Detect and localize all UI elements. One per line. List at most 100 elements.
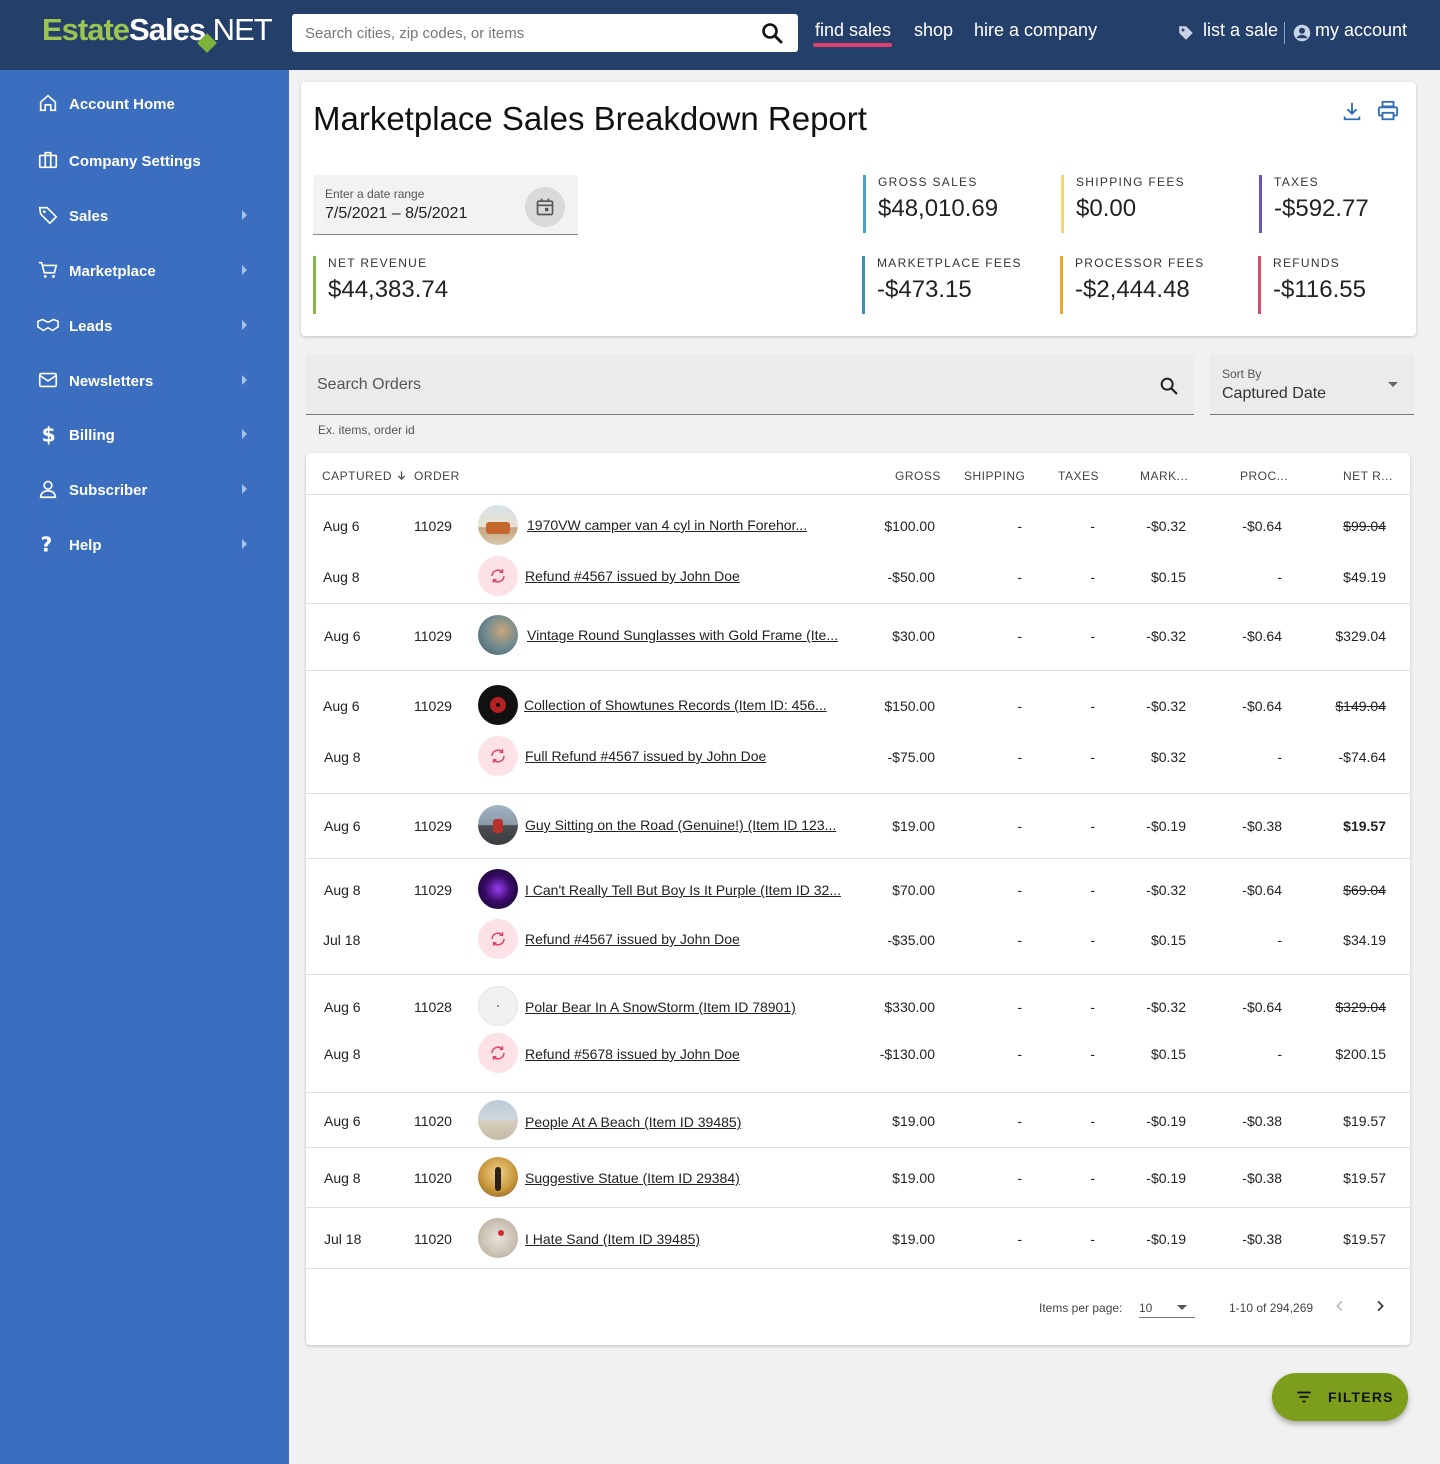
sort-by-label: Sort By [1222,367,1262,381]
search-orders-input[interactable] [306,355,1146,415]
item-link[interactable]: Collection of Showtunes Records (Item ID… [524,697,827,713]
column-header-captured[interactable]: CAPTURED [322,469,407,483]
order-id[interactable]: 11029 [414,628,452,644]
marketplace-fee-value: -$0.32 [1146,698,1186,714]
items-per-page-select[interactable]: 10 [1139,1301,1195,1318]
sidebar-item-newsletters[interactable]: Newsletters [0,361,289,401]
item-link[interactable]: Vintage Round Sunglasses with Gold Frame… [527,627,838,643]
nav-find-sales[interactable]: find sales [815,20,891,41]
header-divider [1284,22,1285,44]
site-search-input[interactable] [292,14,752,52]
column-header-order[interactable]: ORDER [414,469,460,483]
filters-button[interactable]: FILTERS [1272,1373,1408,1421]
item-link[interactable]: Suggestive Statue (Item ID 29384) [525,1170,740,1186]
sidebar-item-marketplace[interactable]: Marketplace [0,251,289,291]
briefcase-icon [38,151,58,169]
calendar-button[interactable] [525,187,565,227]
processor-fee-value: -$0.38 [1242,818,1282,834]
top-nav-bar: EstateSales.NET find sales shop hire a c… [0,0,1440,70]
stat-label: GROSS SALES [878,175,978,189]
chevron-right-icon [242,539,247,549]
sidebar-item-account-home[interactable]: Account Home [0,84,289,124]
shipping-value: - [1017,518,1022,534]
item-link[interactable]: Full Refund #4567 issued by John Doe [525,748,766,764]
order-id[interactable]: 11029 [414,518,452,534]
cart-icon [38,261,58,278]
item-link[interactable]: Refund #4567 issued by John Doe [525,931,740,947]
order-id[interactable]: 11020 [414,1170,452,1186]
item-link[interactable]: Guy Sitting on the Road (Genuine!) (Item… [525,817,836,833]
sidebar-item-company-settings[interactable]: Company Settings [0,141,289,181]
print-icon[interactable] [1376,100,1400,122]
item-link[interactable]: 1970VW camper van 4 cyl in North Forehor… [527,517,807,533]
sidebar-item-label: Sales [69,208,109,225]
date-range-picker[interactable]: Enter a date range 7/5/2021 – 8/5/2021 [313,175,578,235]
column-header-taxes[interactable]: TAXES [1058,469,1099,483]
gross-value: $100.00 [884,518,935,534]
order-id[interactable]: 11029 [414,698,452,714]
date-range-value[interactable]: 7/5/2021 – 8/5/2021 [325,205,467,223]
net-revenue-value: $34.19 [1343,932,1386,948]
chevron-left-icon[interactable] [1332,1298,1348,1314]
stat-value: -$592.77 [1274,195,1369,222]
chevron-right-icon [242,375,247,385]
marketplace-fee-value: $0.15 [1150,932,1186,948]
chevron-right-icon [242,429,247,439]
net-revenue-value: $329.04 [1335,628,1386,644]
order-id[interactable]: 11020 [414,1113,452,1129]
item-link[interactable]: Polar Bear In A SnowStorm (Item ID 78901… [525,999,796,1015]
shipping-value: - [1017,749,1022,765]
stat-label: PROCESSOR FEES [1075,256,1205,270]
download-icon[interactable] [1341,100,1363,122]
sidebar-item-billing[interactable]: $ Billing [0,415,289,455]
sidebar-item-help[interactable]: ? Help [0,525,289,565]
captured-date: Aug 6 [323,698,360,714]
nav-shop[interactable]: shop [914,20,953,41]
item-link[interactable]: I Hate Sand (Item ID 39485) [525,1231,700,1247]
order-id[interactable]: 11029 [414,882,452,898]
column-header-marketplace[interactable]: MARK... [1140,469,1188,483]
processor-fee-value: - [1277,569,1282,585]
stat-marketplace-fees: MARKETPLACE FEES -$473.15 [862,256,1021,314]
chevron-right-icon [242,210,247,220]
stat-taxes: TAXES -$592.77 [1259,175,1369,233]
column-header-shipping[interactable]: SHIPPING [964,469,1025,483]
search-icon[interactable] [1158,375,1180,397]
processor-fee-value: -$0.64 [1242,698,1282,714]
search-icon[interactable] [760,21,784,45]
shipping-value: - [1017,1113,1022,1129]
processor-fee-value: -$0.38 [1242,1113,1282,1129]
column-header-processor[interactable]: PROC... [1240,469,1288,483]
order-id[interactable]: 11028 [414,999,452,1015]
order-id[interactable]: 11020 [414,1231,452,1247]
logo[interactable]: EstateSales.NET [42,12,273,53]
sidebar-item-leads[interactable]: Leads [0,306,289,346]
sort-by-select[interactable]: Sort By Captured Date [1210,355,1414,415]
captured-date: Aug 8 [324,882,361,898]
chevron-right-icon[interactable] [1372,1298,1388,1314]
sidebar-item-sales[interactable]: Sales [0,196,289,236]
item-link[interactable]: Refund #4567 issued by John Doe [525,568,740,584]
order-id[interactable]: 11029 [414,818,452,834]
item-link[interactable]: Refund #5678 issued by John Doe [525,1046,740,1062]
item-link[interactable]: People At A Beach (Item ID 39485) [525,1114,741,1130]
column-header-net-revenue[interactable]: NET R... [1343,469,1393,483]
item-thumbnail [478,805,518,845]
captured-date: Aug 8 [323,569,360,585]
item-link[interactable]: I Can't Really Tell But Boy Is It Purple… [525,882,841,898]
orders-table: CAPTURED ORDER GROSS SHIPPING TAXES MARK… [306,453,1410,1345]
column-header-gross[interactable]: GROSS [895,469,941,483]
list-a-sale-link[interactable]: list a sale [1203,20,1278,41]
sidebar-item-subscriber[interactable]: Subscriber [0,470,289,510]
handshake-icon [37,318,59,332]
taxes-value: - [1090,569,1095,585]
my-account-link[interactable]: my account [1315,20,1407,41]
taxes-value: - [1090,518,1095,534]
marketplace-fee-value: -$0.19 [1146,1113,1186,1129]
page-title: Marketplace Sales Breakdown Report [313,100,867,137]
nav-hire-a-company[interactable]: hire a company [974,20,1097,41]
captured-date: Jul 18 [323,932,361,948]
marketplace-fee-value: -$0.19 [1146,1231,1186,1247]
sync-icon [491,932,505,946]
marketplace-fee-value: $0.32 [1150,749,1186,765]
